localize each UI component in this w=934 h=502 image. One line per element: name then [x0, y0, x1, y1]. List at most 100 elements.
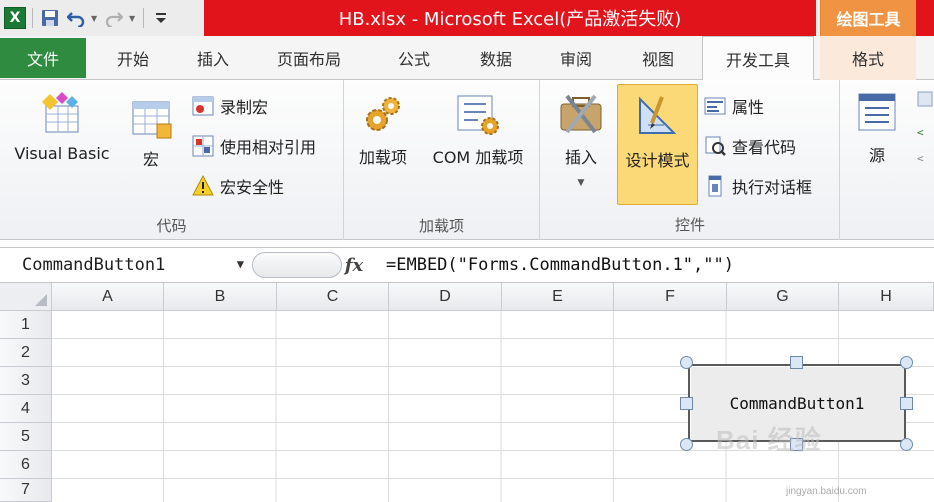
macro-security-label: 宏安全性 [220, 178, 285, 197]
xml-small-icons: << [917, 91, 933, 165]
tab-format[interactable]: 格式 [820, 36, 916, 80]
tab-insert[interactable]: 插入 [175, 36, 251, 80]
group-xml: 源 < < [840, 80, 934, 240]
visual-basic-button[interactable]: Visual Basic [6, 90, 118, 163]
excel-icon[interactable]: X [4, 7, 26, 29]
use-relative-references-button[interactable]: 使用相对引用 [192, 134, 316, 158]
resize-handle-top-left[interactable] [680, 356, 693, 369]
tab-home[interactable]: 开始 [95, 36, 171, 80]
visual-basic-label: Visual Basic [14, 144, 110, 163]
design-mode-button[interactable]: 设计模式 [617, 84, 698, 205]
run-dialog-button[interactable]: 执行对话框 [704, 174, 812, 198]
undo-dropdown-icon[interactable]: ▼ [91, 14, 99, 23]
baidu-watermark: Bai 经验 [716, 425, 822, 455]
run-dialog-icon [708, 175, 722, 197]
title-bar: X ▼ ▼ HB.xlsx - Microsoft Excel(产品激活失败) … [0, 0, 934, 36]
svg-text:<: < [917, 152, 924, 165]
row-header-6[interactable]: 6 [0, 451, 52, 479]
group-addins-label: 加载项 [418, 217, 464, 235]
row-header-3[interactable]: 3 [0, 367, 52, 395]
qat-divider [32, 8, 33, 28]
resize-handle-left[interactable] [680, 397, 693, 410]
relative-references-icon [192, 135, 214, 157]
save-icon[interactable] [39, 7, 61, 29]
macros-button[interactable]: 宏 [124, 96, 178, 170]
view-code-button[interactable]: 查看代码 [704, 134, 796, 158]
insert-function-icon[interactable]: fx [342, 251, 366, 279]
insert-dropdown-icon: ▼ [577, 178, 585, 188]
column-header-c[interactable]: C [277, 283, 389, 311]
record-macro-icon [192, 96, 214, 116]
design-mode-label: 设计模式 [625, 151, 690, 170]
tab-view[interactable]: 视图 [620, 36, 696, 80]
record-macro-label: 录制宏 [220, 98, 269, 117]
formula-bar-splitter[interactable] [252, 252, 342, 278]
column-header-b[interactable]: B [164, 283, 277, 311]
insert-control-button[interactable]: 插入 ▼ [554, 90, 608, 188]
title-bar-edge [916, 0, 934, 36]
name-box-value: CommandButton1 [22, 255, 166, 275]
formula-bar: CommandButton1 ▼ fx =EMBED("Forms.Comman… [0, 247, 934, 283]
quick-access-toolbar: X ▼ ▼ [0, 0, 204, 36]
customize-qat-icon[interactable] [150, 7, 172, 29]
source-button[interactable]: 源 [854, 92, 900, 166]
run-dialog-label: 执行对话框 [732, 178, 813, 197]
view-code-icon [705, 136, 726, 156]
properties-icon [704, 97, 726, 115]
undo-icon[interactable] [65, 7, 87, 29]
group-addins: 加载项 COM 加载项 加载项 [344, 80, 540, 240]
column-header-g[interactable]: G [727, 283, 839, 311]
toolbox-icon [560, 94, 602, 134]
row-header-2[interactable]: 2 [0, 339, 52, 367]
column-header-e[interactable]: E [502, 283, 614, 311]
ribbon-panel: Visual Basic 宏 录制宏 使用相对引用 宏安全性 代码 加载项 CO… [0, 80, 934, 240]
qat-divider [143, 8, 144, 28]
window-title: HB.xlsx - Microsoft Excel(产品激活失败) [204, 0, 816, 36]
macros-icon [132, 101, 172, 139]
visual-basic-icon [42, 92, 79, 133]
name-box[interactable]: CommandButton1 ▼ [12, 251, 248, 279]
redo-icon[interactable] [103, 7, 125, 29]
com-addins-label: COM 加载项 [432, 148, 524, 167]
record-macro-button[interactable]: 录制宏 [192, 94, 268, 118]
row-header-7[interactable]: 7 [0, 479, 52, 502]
insert-control-label: 插入 [564, 148, 597, 167]
tab-formulas[interactable]: 公式 [376, 36, 452, 80]
com-addins-button[interactable]: COM 加载项 [420, 94, 536, 168]
column-header-a[interactable]: A [52, 283, 164, 311]
addins-button[interactable]: 加载项 [354, 94, 412, 168]
name-box-dropdown-icon[interactable]: ▼ [237, 257, 244, 271]
addins-label: 加载项 [358, 148, 407, 167]
column-header-h[interactable]: H [839, 283, 934, 311]
column-header-f[interactable]: F [614, 283, 727, 311]
macro-security-button[interactable]: 宏安全性 [192, 174, 284, 198]
macros-label: 宏 [142, 150, 159, 169]
tab-developer[interactable]: 开发工具 [702, 36, 814, 81]
redo-dropdown-icon[interactable]: ▼ [129, 14, 137, 23]
use-relative-references-label: 使用相对引用 [220, 138, 317, 157]
group-code-label: 代码 [156, 217, 187, 235]
row-header-5[interactable]: 5 [0, 423, 52, 451]
tab-page-layout[interactable]: 页面布局 [258, 36, 360, 80]
resize-handle-right[interactable] [900, 397, 913, 410]
formula-input[interactable]: =EMBED("Forms.CommandButton.1","") [386, 251, 734, 279]
select-all-button[interactable] [0, 283, 52, 311]
resize-handle-top[interactable] [790, 356, 803, 369]
row-header-1[interactable]: 1 [0, 311, 52, 339]
tab-file[interactable]: 文件 [0, 38, 86, 78]
warning-icon [192, 175, 214, 196]
properties-button[interactable]: 属性 [704, 94, 764, 118]
column-header-d[interactable]: D [389, 283, 502, 311]
drawing-tools-header: 绘图工具 [820, 0, 916, 36]
source-label: 源 [868, 146, 885, 165]
tab-review[interactable]: 审阅 [538, 36, 614, 80]
resize-handle-bottom-left[interactable] [680, 438, 693, 451]
resize-handle-bottom-right[interactable] [900, 438, 913, 451]
design-mode-icon [639, 96, 677, 134]
gear-icon [366, 97, 400, 131]
resize-handle-top-right[interactable] [900, 356, 913, 369]
view-code-label: 查看代码 [732, 138, 797, 157]
tab-data[interactable]: 数据 [458, 36, 534, 80]
row-header-4[interactable]: 4 [0, 395, 52, 423]
watermark-url: jingyan.baidu.com [786, 486, 867, 497]
